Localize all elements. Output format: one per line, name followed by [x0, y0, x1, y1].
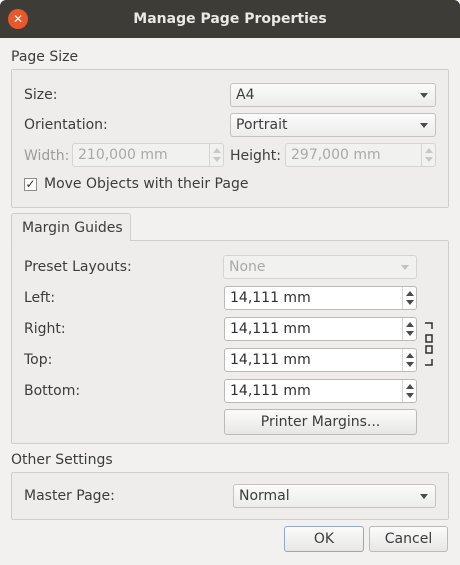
orientation-select-value: Portrait: [236, 117, 288, 133]
dialog-body: Page Size Size: A4 Orientation: Portrait…: [0, 38, 460, 565]
height-label: Height:: [230, 148, 281, 164]
orientation-select[interactable]: Portrait: [230, 113, 436, 137]
chain-link-icon[interactable]: [423, 321, 435, 367]
left-label: Left:: [24, 290, 56, 306]
left-margin-stepper[interactable]: [402, 287, 416, 309]
move-objects-checkbox[interactable]: ✓: [24, 178, 37, 191]
window-title: Manage Page Properties: [133, 11, 327, 27]
move-objects-label[interactable]: Move Objects with their Page: [44, 176, 248, 192]
size-select-value: A4: [236, 87, 255, 103]
master-page-select[interactable]: Normal: [233, 484, 436, 508]
stepper-down-icon: [406, 393, 414, 398]
master-page-value: Normal: [239, 488, 290, 504]
height-field-value: 297,000 mm: [291, 147, 381, 163]
width-field[interactable]: 210,000 mm: [72, 143, 224, 167]
stepper-up-icon: [406, 384, 414, 389]
preset-layouts-select[interactable]: None: [223, 255, 417, 279]
stepper-down-icon: [425, 157, 433, 162]
right-margin-stepper[interactable]: [402, 318, 416, 340]
size-label: Size:: [24, 87, 58, 103]
other-settings-group: Master Page: Normal: [11, 472, 449, 520]
preset-layouts-label: Preset Layouts:: [24, 259, 132, 275]
chevron-down-icon: [420, 123, 428, 128]
stepper-up-icon: [213, 148, 221, 153]
stepper-up-icon: [406, 322, 414, 327]
stepper-up-icon: [406, 291, 414, 296]
left-margin-value: 14,111 mm: [230, 290, 311, 306]
right-margin-value: 14,111 mm: [230, 321, 311, 337]
orientation-label: Orientation:: [24, 117, 108, 133]
width-label: Width:: [24, 148, 70, 164]
top-margin-stepper[interactable]: [402, 349, 416, 371]
cancel-button[interactable]: Cancel: [369, 526, 448, 552]
ok-button[interactable]: OK: [284, 526, 364, 552]
bottom-label: Bottom:: [24, 383, 81, 399]
size-select[interactable]: A4: [230, 83, 436, 107]
stepper-up-icon: [425, 148, 433, 153]
height-field[interactable]: 297,000 mm: [285, 143, 436, 167]
top-label: Top:: [24, 352, 53, 368]
right-label: Right:: [24, 321, 66, 337]
chevron-down-icon: [401, 265, 409, 270]
top-margin-field[interactable]: 14,111 mm: [224, 348, 417, 372]
printer-margins-button[interactable]: Printer Margins...: [224, 409, 417, 435]
preset-layouts-value: None: [229, 259, 266, 275]
stepper-down-icon: [406, 300, 414, 305]
bottom-margin-stepper[interactable]: [402, 380, 416, 402]
stepper-down-icon: [406, 362, 414, 367]
width-stepper[interactable]: [209, 144, 223, 166]
top-margin-value: 14,111 mm: [230, 352, 311, 368]
stepper-down-icon: [406, 331, 414, 336]
other-settings-heading: Other Settings: [11, 452, 113, 468]
margin-guides-group: Preset Layouts: None Left: 14,111 mm Rig…: [11, 240, 449, 444]
stepper-up-icon: [406, 353, 414, 358]
master-page-label: Master Page:: [24, 488, 115, 504]
width-field-value: 210,000 mm: [78, 147, 168, 163]
page-size-heading: Page Size: [11, 49, 79, 65]
height-stepper[interactable]: [421, 144, 435, 166]
bottom-margin-field[interactable]: 14,111 mm: [224, 379, 417, 403]
tab-margin-guides[interactable]: Margin Guides: [11, 213, 131, 241]
stepper-down-icon: [213, 157, 221, 162]
page-size-group: Size: A4 Orientation: Portrait Width: 21…: [11, 69, 449, 208]
chevron-down-icon: [420, 494, 428, 499]
chevron-down-icon: [420, 93, 428, 98]
bottom-margin-value: 14,111 mm: [230, 383, 311, 399]
right-margin-field[interactable]: 14,111 mm: [224, 317, 417, 341]
title-bar: ✕ Manage Page Properties: [0, 0, 460, 38]
left-margin-field[interactable]: 14,111 mm: [224, 286, 417, 310]
